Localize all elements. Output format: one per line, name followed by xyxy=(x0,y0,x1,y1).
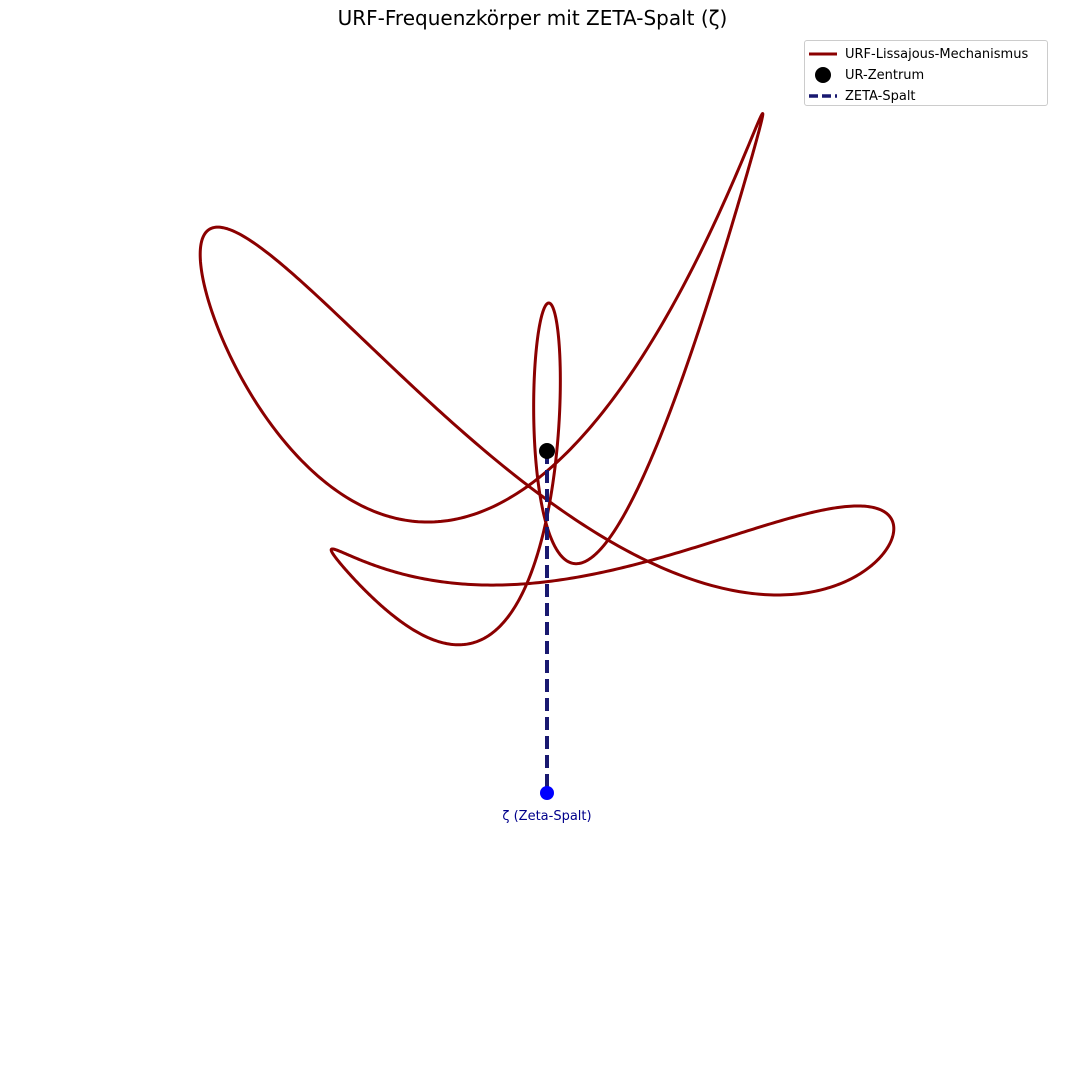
zeta-point xyxy=(540,786,554,800)
plot-area: ζ (Zeta-Spalt) xyxy=(198,112,896,824)
legend-item-curve: URF-Lissajous-Mechanismus xyxy=(805,44,1028,64)
legend-item-zeta: ZETA-Spalt xyxy=(805,86,916,106)
legend-item-center: UR-Zentrum xyxy=(805,65,924,85)
legend-line-swatch xyxy=(805,44,845,64)
ur-center-point xyxy=(539,443,555,459)
legend-dash-swatch xyxy=(805,86,845,106)
legend-label-center: UR-Zentrum xyxy=(845,67,925,83)
legend-dot-swatch xyxy=(805,65,845,85)
zeta-label: ζ (Zeta-Spalt) xyxy=(502,809,591,824)
legend-label-zeta: ZETA-Spalt xyxy=(845,88,916,104)
legend: URF-Lissajous-Mechanismus UR-Zentrum ZET… xyxy=(804,40,1048,106)
legend-label-curve: URF-Lissajous-Mechanismus xyxy=(845,46,1029,62)
